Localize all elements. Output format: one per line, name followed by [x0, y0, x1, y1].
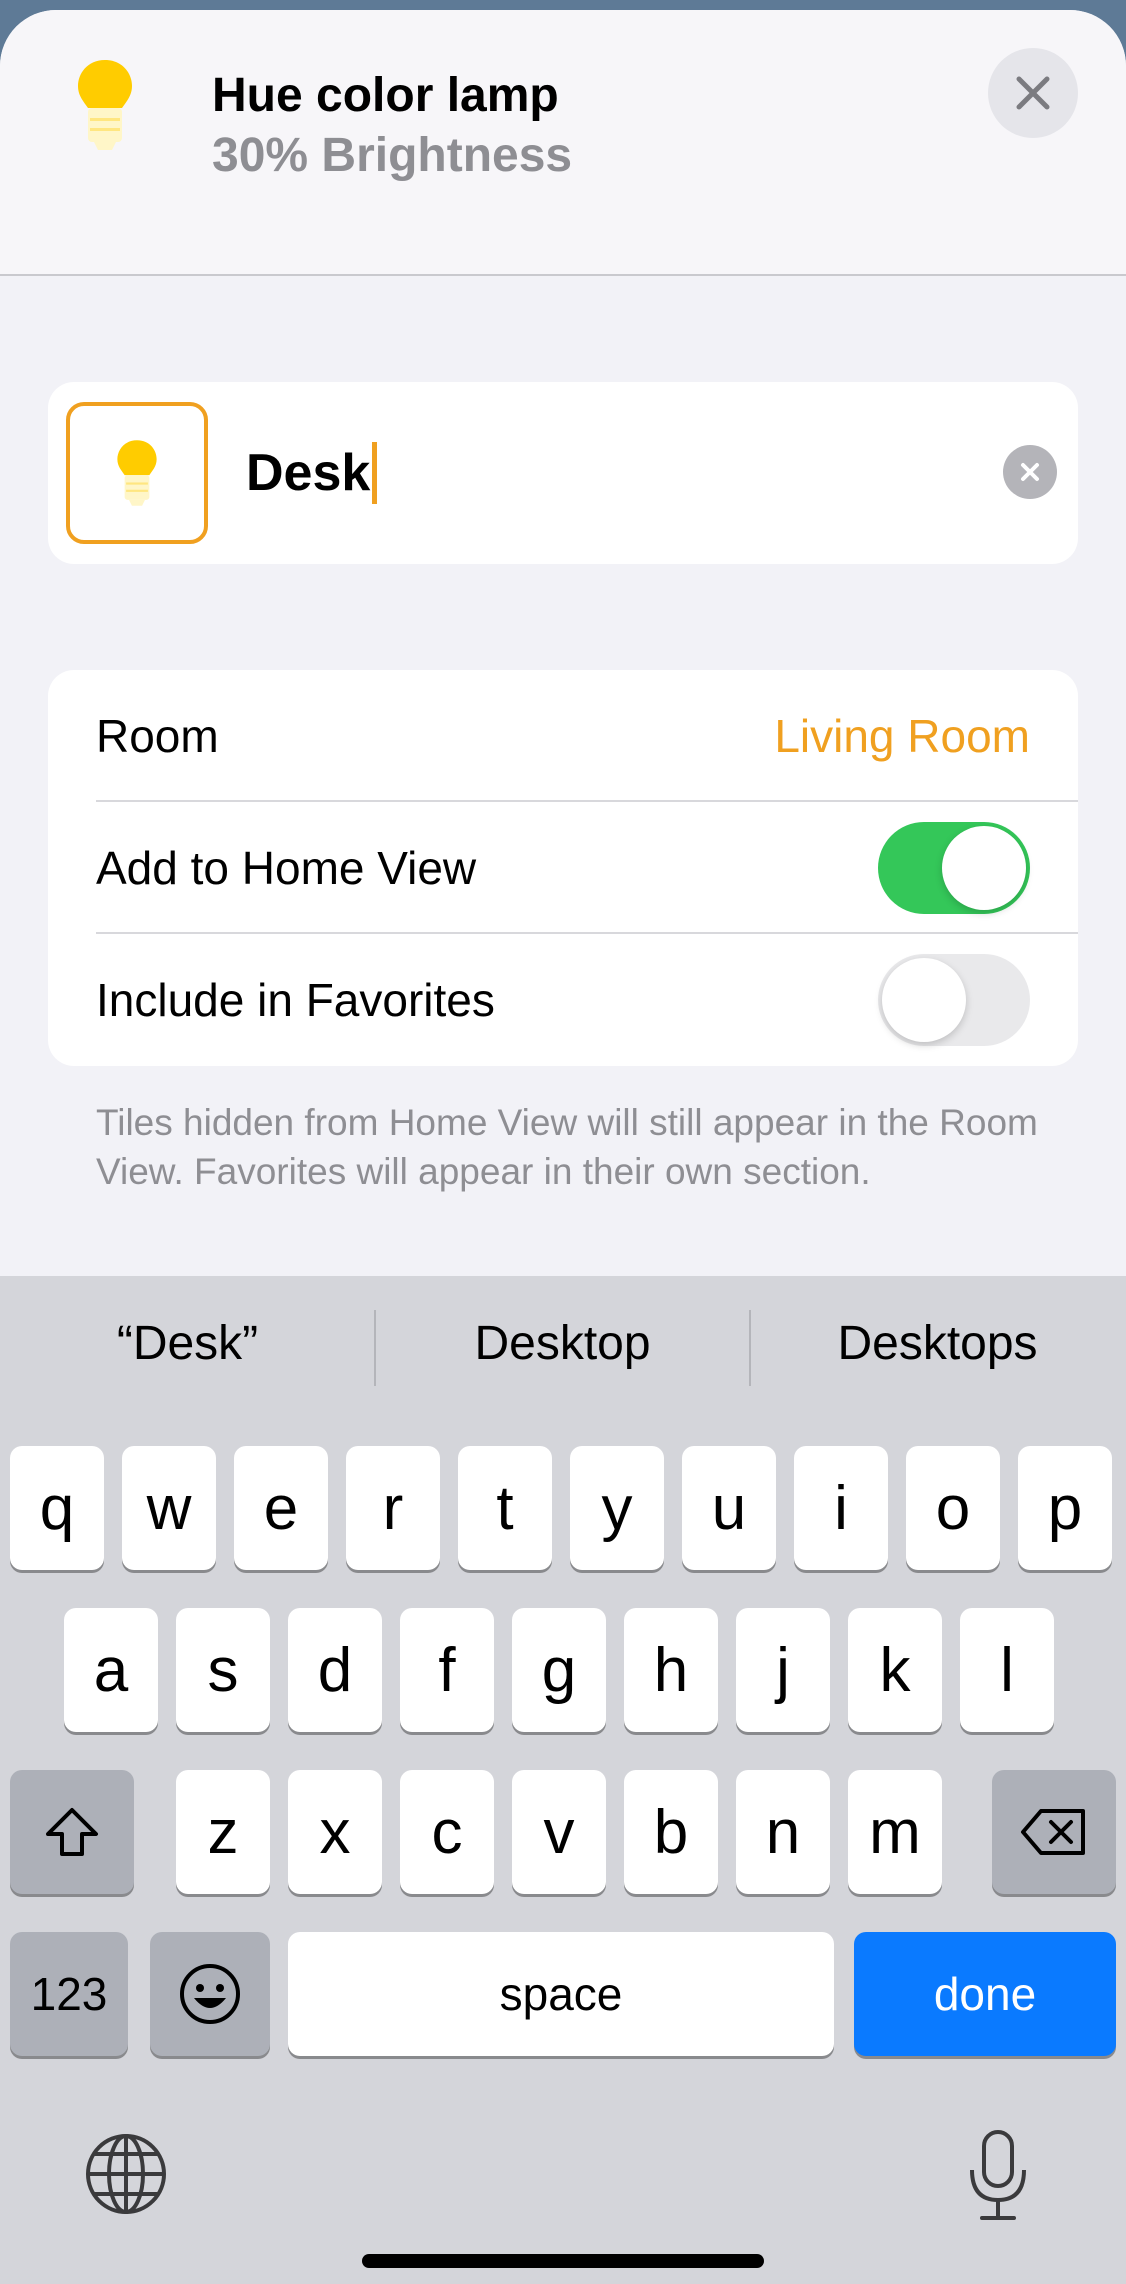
- key-k[interactable]: k: [848, 1608, 942, 1732]
- home-view-label: Add to Home View: [96, 842, 477, 894]
- key-y[interactable]: y: [570, 1446, 664, 1570]
- toggle-knob: [882, 958, 966, 1042]
- room-label: Room: [96, 710, 219, 762]
- delete-icon: [1021, 1809, 1085, 1855]
- key-g[interactable]: g: [512, 1608, 606, 1732]
- home-view-toggle[interactable]: [878, 822, 1030, 914]
- settings-card: Room Living Room Add to Home View Includ…: [48, 670, 1078, 1066]
- key-x[interactable]: x: [288, 1770, 382, 1894]
- key-p[interactable]: p: [1018, 1446, 1112, 1570]
- clear-text-button[interactable]: [1003, 445, 1057, 499]
- key-d[interactable]: d: [288, 1608, 382, 1732]
- name-input-value: Desk: [246, 444, 371, 502]
- shift-key[interactable]: [10, 1770, 134, 1894]
- emoji-key[interactable]: [150, 1932, 270, 2056]
- key-z[interactable]: z: [176, 1770, 270, 1894]
- favorites-toggle[interactable]: [878, 954, 1030, 1046]
- key-m[interactable]: m: [848, 1770, 942, 1894]
- key-o[interactable]: o: [906, 1446, 1000, 1570]
- key-f[interactable]: f: [400, 1608, 494, 1732]
- suggestion-1[interactable]: “Desk”: [0, 1316, 375, 1371]
- emoji-icon: [180, 1964, 240, 2024]
- key-a[interactable]: a: [64, 1608, 158, 1732]
- favorites-row: Include in Favorites: [48, 934, 1078, 1066]
- toggle-knob: [942, 826, 1026, 910]
- footnote: Tiles hidden from Home View will still a…: [96, 1102, 1038, 1192]
- name-card: Desk: [48, 382, 1078, 564]
- suggestion-3[interactable]: Desktops: [750, 1316, 1125, 1371]
- key-s[interactable]: s: [176, 1608, 270, 1732]
- accessory-settings-sheet: Hue color lamp 30% Brightness Desk Room …: [0, 10, 1126, 2284]
- shift-icon: [46, 1808, 98, 1856]
- room-row[interactable]: Room Living Room: [48, 670, 1078, 802]
- key-r[interactable]: r: [346, 1446, 440, 1570]
- done-key[interactable]: done: [854, 1932, 1116, 2056]
- key-j[interactable]: j: [736, 1608, 830, 1732]
- numbers-key[interactable]: 123: [10, 1932, 128, 2056]
- key-i[interactable]: i: [794, 1446, 888, 1570]
- key-h[interactable]: h: [624, 1608, 718, 1732]
- clear-icon: [1021, 463, 1039, 481]
- key-u[interactable]: u: [682, 1446, 776, 1570]
- delete-key[interactable]: [992, 1770, 1116, 1894]
- sheet-header: Hue color lamp 30% Brightness: [0, 10, 1126, 276]
- home-indicator: [362, 2254, 764, 2268]
- close-icon: [1016, 76, 1050, 110]
- key-l[interactable]: l: [960, 1608, 1054, 1732]
- name-input[interactable]: Desk: [246, 442, 378, 504]
- device-name: Hue color lamp: [212, 69, 559, 122]
- space-key[interactable]: space: [288, 1932, 834, 2056]
- key-n[interactable]: n: [736, 1770, 830, 1894]
- globe-icon[interactable]: [84, 2132, 168, 2216]
- key-w[interactable]: w: [122, 1446, 216, 1570]
- accessory-icon-button[interactable]: [66, 402, 208, 544]
- keyboard: “Desk” Desktop Desktops qwertyuiop asdfgh…: [0, 1276, 1126, 2284]
- key-t[interactable]: t: [458, 1446, 552, 1570]
- room-value[interactable]: Living Room: [774, 709, 1030, 763]
- text-cursor: [372, 442, 378, 504]
- key-e[interactable]: e: [234, 1446, 328, 1570]
- key-q[interactable]: q: [10, 1446, 104, 1570]
- home-view-row: Add to Home View: [48, 802, 1078, 934]
- key-v[interactable]: v: [512, 1770, 606, 1894]
- device-status: 30% Brightness: [212, 129, 573, 182]
- lightbulb-icon: [117, 440, 157, 506]
- key-c[interactable]: c: [400, 1770, 494, 1894]
- close-button[interactable]: [988, 48, 1078, 138]
- key-b[interactable]: b: [624, 1770, 718, 1894]
- suggestion-2[interactable]: Desktop: [375, 1316, 750, 1371]
- favorites-label: Include in Favorites: [96, 974, 495, 1026]
- microphone-icon[interactable]: [966, 2128, 1030, 2224]
- lightbulb-icon: [78, 60, 132, 150]
